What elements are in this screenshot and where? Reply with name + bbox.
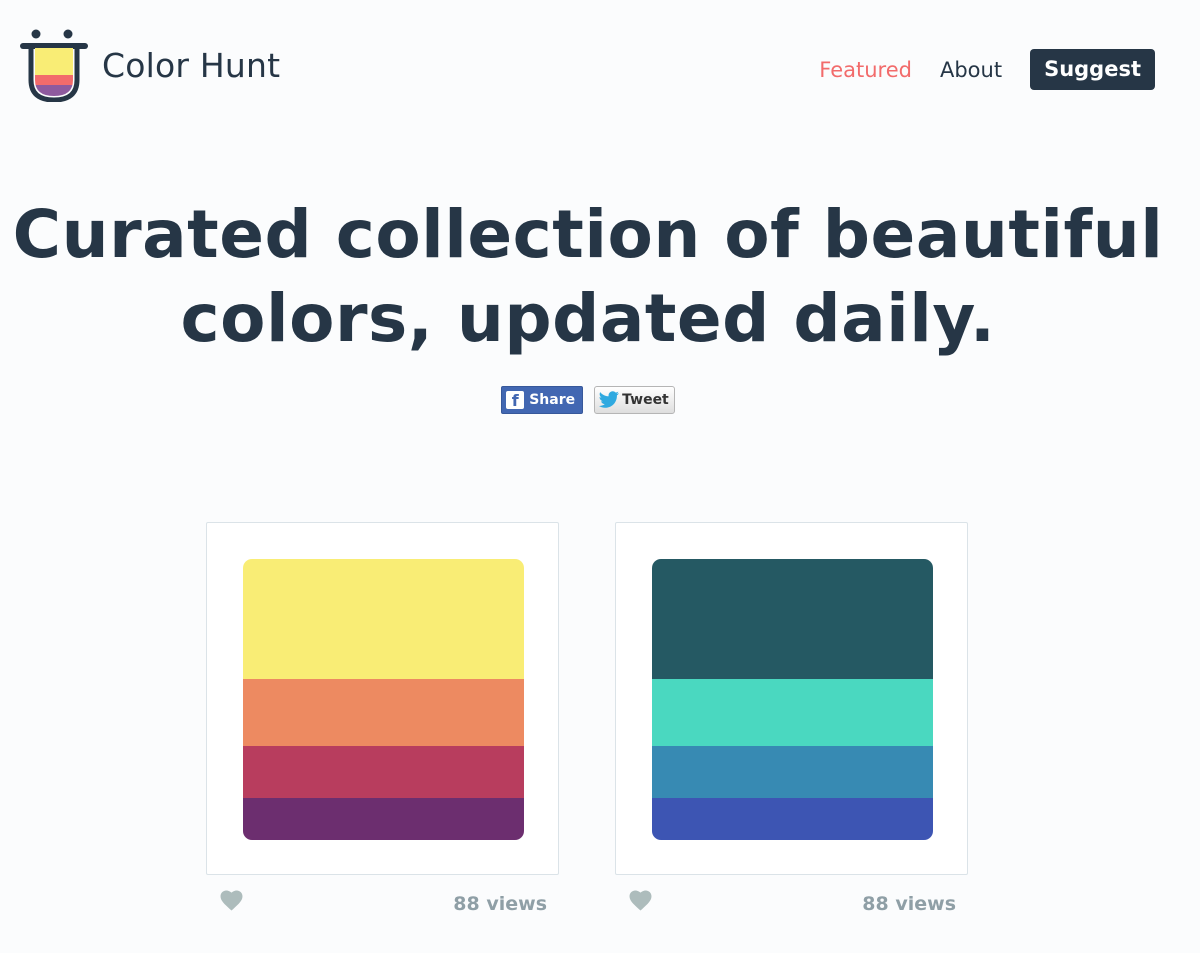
suggest-button[interactable]: Suggest [1030, 49, 1155, 90]
main-nav: Featured About Suggest [819, 49, 1155, 90]
nav-about-link[interactable]: About [940, 50, 1002, 90]
tweet-label: Tweet [622, 392, 669, 408]
palette-swatch-3[interactable] [243, 746, 524, 798]
palette-footer: 88 views [206, 875, 559, 925]
twitter-bird-icon [598, 391, 620, 408]
palette-swatch-2[interactable] [243, 679, 524, 746]
facebook-share-label: Share [529, 392, 576, 408]
twitter-tweet-button[interactable]: Tweet [594, 386, 675, 414]
palette-swatch-3[interactable] [652, 746, 933, 798]
heart-like-icon[interactable] [220, 890, 243, 911]
palette-swatch-1[interactable] [243, 559, 524, 679]
palette-swatch-4[interactable] [652, 798, 933, 840]
palette-views: 88 views [862, 893, 956, 915]
palette-item-2: 88 views [615, 522, 968, 925]
headline-line-1: Curated collection of beautiful [12, 196, 1164, 273]
palette-card[interactable] [615, 522, 968, 875]
palette-footer: 88 views [615, 875, 968, 925]
page: Color Hunt Featured About Suggest Curate… [0, 0, 1200, 953]
palette-swatches [243, 559, 524, 840]
palette-swatches [652, 559, 933, 840]
heart-like-icon[interactable] [629, 890, 652, 911]
facebook-icon: f [506, 391, 525, 409]
share-buttons: f Share Tweet [0, 386, 1176, 414]
nav-featured-link[interactable]: Featured [819, 50, 912, 90]
logo-text: Color Hunt [102, 45, 281, 85]
palette-card[interactable] [206, 522, 559, 875]
palette-swatch-4[interactable] [243, 798, 524, 840]
facebook-share-button[interactable]: f Share [501, 386, 584, 414]
palette-item-1: 88 views [206, 522, 559, 925]
headline-line-2: colors, updated daily. [180, 280, 996, 357]
logo[interactable]: Color Hunt [18, 28, 280, 102]
color-hunt-logo-icon [20, 29, 88, 102]
page-headline: Curated collection of beautiful colors, … [0, 193, 1176, 361]
palette-views: 88 views [453, 893, 547, 915]
palette-swatch-1[interactable] [652, 559, 933, 679]
palette-swatch-2[interactable] [652, 679, 933, 746]
